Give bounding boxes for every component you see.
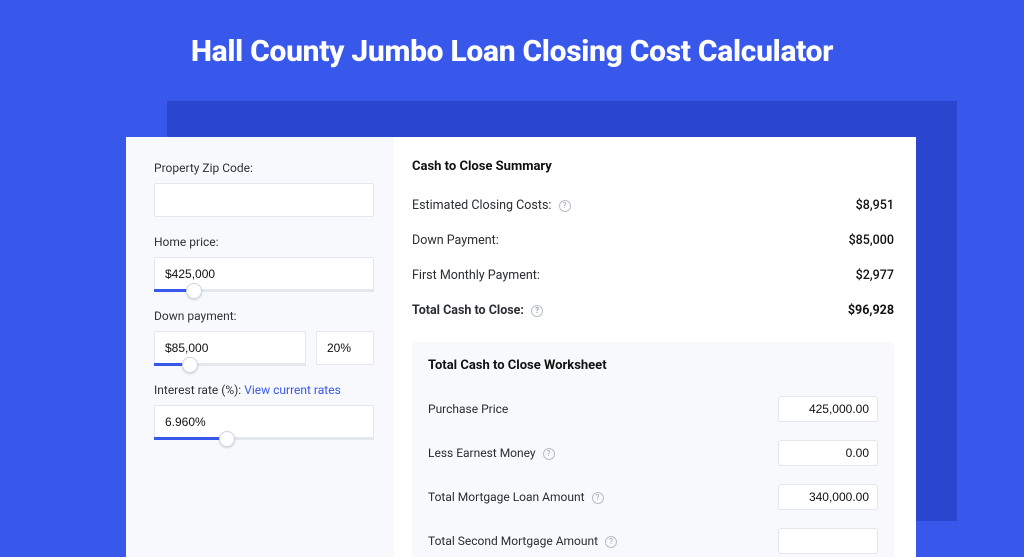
summary-total-value: $96,928 [848,303,894,318]
interest-label-text: Interest rate (%): [154,383,244,397]
worksheet-heading: Total Cash to Close Worksheet [428,350,878,387]
down-payment-slider[interactable] [154,331,306,365]
summary-row: Estimated Closing Costs: ? $8,951 [412,188,894,223]
home-price-field: Home price: [154,235,374,291]
results-panel: Cash to Close Summary Estimated Closing … [394,137,916,557]
help-icon[interactable]: ? [592,492,604,504]
worksheet-row-label: Total Second Mortgage Amount [428,534,598,548]
inputs-panel: Property Zip Code: Home price: Down paym… [126,137,394,557]
worksheet-section: Total Cash to Close Worksheet Purchase P… [412,342,894,557]
worksheet-row-label: Less Earnest Money [428,446,536,460]
down-payment-pct-input[interactable] [316,331,374,365]
interest-input[interactable] [154,405,374,439]
down-payment-input[interactable] [154,331,306,365]
slider-thumb[interactable] [182,357,198,373]
interest-slider[interactable] [154,405,374,439]
summary-section: Cash to Close Summary Estimated Closing … [412,151,894,328]
help-icon[interactable]: ? [531,305,543,317]
summary-row-label: Down Payment: [412,233,499,248]
interest-field: Interest rate (%): View current rates [154,383,374,439]
summary-row-label: Estimated Closing Costs: [412,198,551,213]
summary-total-row: Total Cash to Close: ? $96,928 [412,293,894,328]
summary-row: First Monthly Payment: $2,977 [412,258,894,293]
slider-thumb[interactable] [186,283,202,299]
view-rates-link[interactable]: View current rates [244,383,341,397]
calculator-card: Property Zip Code: Home price: Down paym… [126,137,916,557]
down-payment-field: Down payment: [154,309,374,365]
zip-field: Property Zip Code: [154,161,374,217]
worksheet-row: Less Earnest Money ? [428,431,878,475]
summary-row-label: First Monthly Payment: [412,268,540,283]
summary-row-value: $8,951 [856,198,894,213]
summary-row-value: $2,977 [856,268,894,283]
zip-label: Property Zip Code: [154,161,374,175]
page-title: Hall County Jumbo Loan Closing Cost Calc… [0,0,1024,93]
down-payment-label: Down payment: [154,309,374,323]
slider-thumb[interactable] [219,431,235,447]
zip-input[interactable] [154,183,374,217]
worksheet-row: Total Second Mortgage Amount ? [428,519,878,557]
interest-label: Interest rate (%): View current rates [154,383,374,397]
summary-total-label: Total Cash to Close: [412,303,524,318]
worksheet-row-label: Total Mortgage Loan Amount [428,490,585,504]
help-icon[interactable]: ? [559,200,571,212]
slider-fill [154,437,227,440]
summary-row-value: $85,000 [849,233,894,248]
worksheet-row-input[interactable] [778,528,878,554]
home-price-label: Home price: [154,235,374,249]
help-icon[interactable]: ? [543,448,555,460]
help-icon[interactable]: ? [605,536,617,548]
summary-heading: Cash to Close Summary [412,151,894,188]
worksheet-row-label: Purchase Price [428,402,508,416]
home-price-slider[interactable] [154,257,374,291]
worksheet-row-input[interactable] [778,484,878,510]
summary-row: Down Payment: $85,000 [412,223,894,258]
worksheet-row: Purchase Price [428,387,878,431]
worksheet-row-input[interactable] [778,396,878,422]
worksheet-row: Total Mortgage Loan Amount ? [428,475,878,519]
worksheet-row-input[interactable] [778,440,878,466]
